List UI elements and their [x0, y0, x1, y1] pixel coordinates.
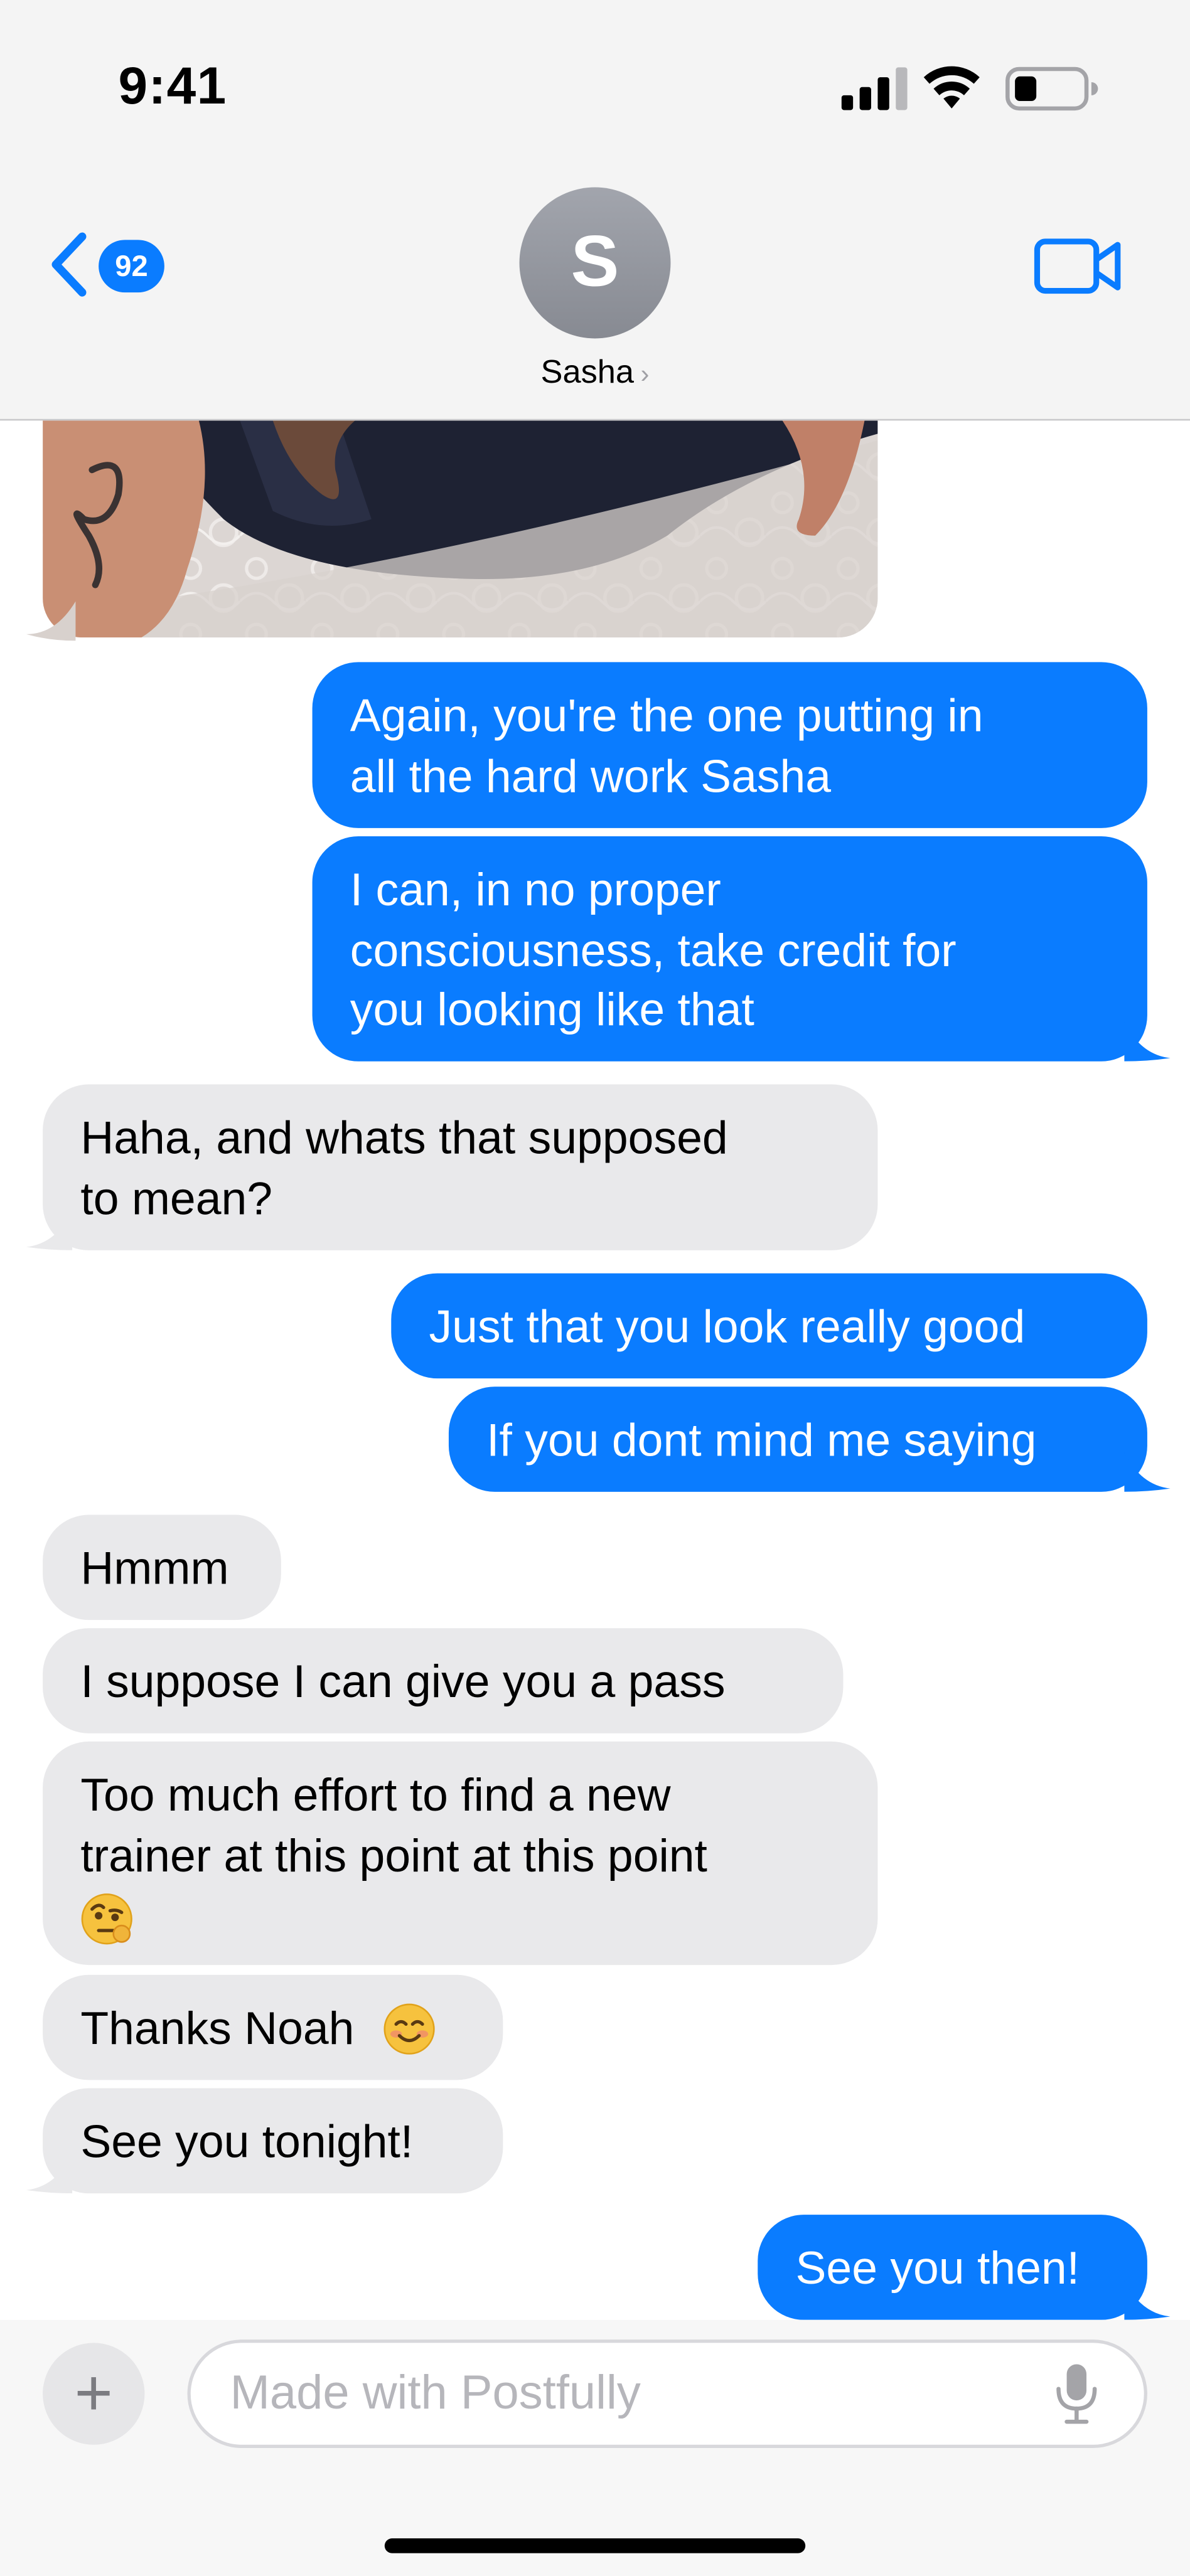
bubble-tail — [1124, 1021, 1171, 1062]
message-line: to mean? — [80, 1172, 273, 1223]
bubble-tail — [26, 601, 76, 641]
received-photo[interactable] — [43, 420, 878, 638]
message-bubble-received[interactable]: Haha, and whats that supposed to mean? — [43, 1084, 878, 1250]
wifi-icon — [923, 66, 980, 109]
bubble-tail — [26, 2154, 73, 2194]
status-time: 9:41 — [118, 56, 227, 115]
message-input[interactable]: Made with Postfully — [187, 2339, 1147, 2449]
bubble-tail — [1124, 2280, 1171, 2320]
microphone-icon[interactable] — [1055, 2363, 1098, 2425]
message-line: Again, you're the one putting in — [350, 689, 984, 742]
home-indicator[interactable] — [384, 2538, 806, 2553]
bubble-tail — [26, 1211, 73, 1250]
chevron-left-icon — [51, 232, 87, 297]
contact-name-label: Sasha — [540, 354, 635, 391]
message-bubble-received[interactable]: See you tonight! — [43, 2088, 503, 2194]
apps-plus-button[interactable]: + — [43, 2343, 145, 2445]
message-line: See you then! — [795, 2242, 1080, 2294]
face-with-raised-eyebrow-icon — [81, 1893, 132, 1944]
photo-image — [43, 420, 878, 638]
message-bubble-sent[interactable]: See you then! — [758, 2215, 1147, 2320]
message-line: I can, in no proper — [350, 864, 721, 915]
avatar-initial: S — [571, 221, 619, 302]
message-bubble-sent[interactable]: Again, you're the one putting in all the… — [312, 662, 1147, 828]
message-line: Too much effort to find a new — [80, 1769, 671, 1821]
message-bubble-sent[interactable]: Just that you look really good — [391, 1273, 1147, 1379]
unread-count-badge[interactable]: 92 — [99, 240, 164, 293]
message-bubble-sent[interactable]: If you dont mind me saying — [448, 1386, 1147, 1492]
message-line: all the hard work Sasha — [350, 750, 832, 801]
message-bubble-received[interactable]: Thanks Noah — [43, 1974, 503, 2080]
message-line: Thanks Noah — [80, 2003, 355, 2054]
message-line: Just that you look really good — [429, 1301, 1026, 1353]
smiling-face-icon — [384, 2003, 436, 2054]
message-line: consciousness, take credit for — [350, 924, 957, 976]
message-line: you looking like that — [350, 984, 754, 1035]
message-line — [80, 1886, 840, 1946]
status-icons — [841, 66, 1098, 111]
cellular-signal-icon — [841, 67, 908, 110]
facetime-video-icon[interactable] — [1032, 233, 1125, 299]
message-line: See you tonight! — [80, 2116, 414, 2168]
message-bubble-received[interactable]: I suppose I can give you a pass — [43, 1628, 844, 1733]
message-line: Hmmm — [80, 1543, 229, 1594]
message-line: I suppose I can give you a pass — [80, 1656, 726, 1707]
message-bubble-received[interactable]: Too much effort to find a new trainer at… — [43, 1741, 878, 1966]
conversation-header: 9:41 92 S Sasha › — [0, 0, 1190, 421]
message-bubble-sent[interactable]: I can, in no proper consciousness, take … — [312, 836, 1147, 1062]
message-bubble-received[interactable]: Hmmm — [43, 1514, 281, 1621]
chevron-right-icon: › — [640, 361, 650, 390]
contact-avatar[interactable]: S — [519, 187, 671, 339]
battery-icon — [1005, 67, 1098, 111]
message-input-placeholder: Made with Postfully — [230, 2366, 641, 2420]
message-line: If you dont mind me saying — [486, 1414, 1037, 1466]
bubble-tail — [1124, 1452, 1171, 1492]
message-line: trainer at this point at this point — [80, 1829, 707, 1881]
message-line: Haha, and whats that supposed — [80, 1112, 728, 1164]
messages-screen: 9:41 92 S Sasha › Again, you're the one … — [0, 0, 1190, 2576]
plus-icon: + — [74, 2356, 113, 2429]
contact-name[interactable]: Sasha › — [493, 355, 697, 393]
